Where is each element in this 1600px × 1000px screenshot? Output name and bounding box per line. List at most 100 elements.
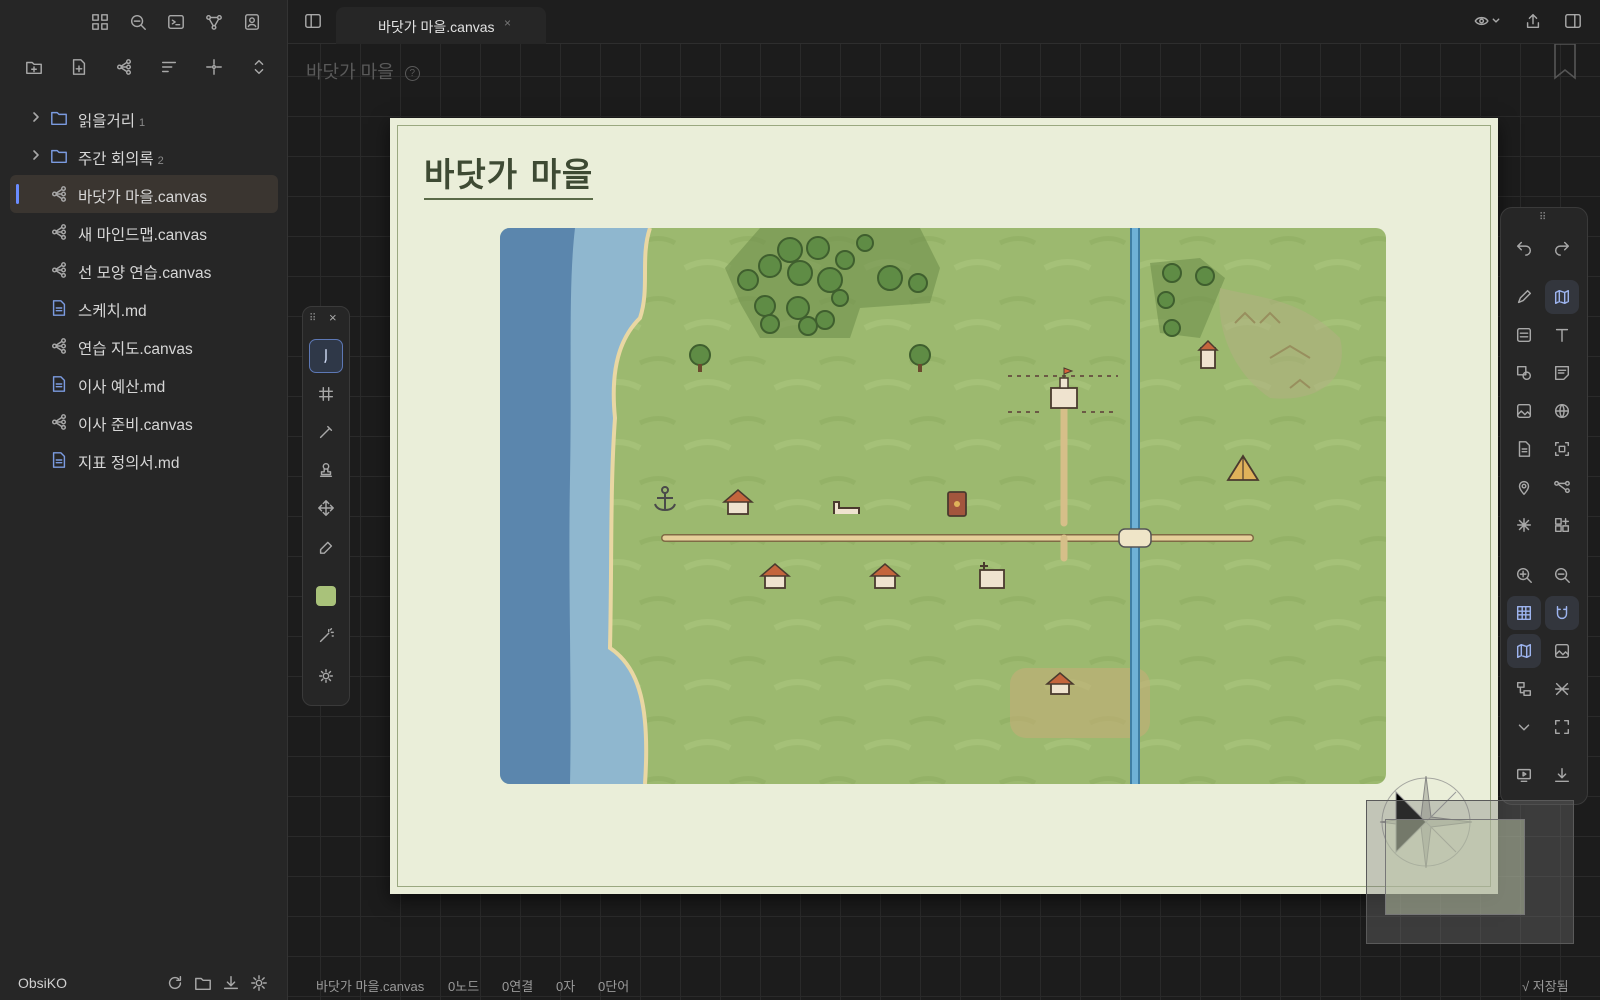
file-item[interactable]: 선 모양 연습.canvas — [10, 251, 278, 289]
map-layer-icon[interactable] — [1507, 634, 1541, 668]
color-swatch[interactable] — [309, 579, 343, 613]
canvas-file-icon — [50, 261, 68, 279]
right-panel-toggle-icon[interactable] — [1564, 12, 1582, 30]
new-folder-icon[interactable] — [24, 57, 44, 77]
fullscreen-icon[interactable] — [1545, 710, 1579, 744]
file-nav-toolbar — [24, 57, 269, 77]
connect-nodes-icon[interactable] — [1545, 470, 1579, 504]
file-item[interactable]: 스케치.md — [10, 289, 278, 327]
status-chars: 0자 — [556, 979, 576, 994]
select-area-icon[interactable] — [1545, 432, 1579, 466]
pen-tool[interactable] — [309, 339, 343, 373]
vault-name[interactable]: ObsiKO — [18, 975, 67, 991]
drag-handle-icon[interactable]: ⠿ — [309, 313, 316, 324]
zoom-in-icon[interactable] — [1507, 558, 1541, 592]
status-file: 바닷가 마을.canvas — [316, 979, 425, 994]
file-label: 새 마인드맵.canvas — [78, 227, 208, 244]
search-icon[interactable] — [128, 12, 148, 32]
globe-icon[interactable] — [1545, 394, 1579, 428]
sort-icon[interactable] — [159, 57, 179, 77]
sparkle-icon[interactable] — [1507, 508, 1541, 542]
file-item[interactable]: 이사 예산.md — [10, 365, 278, 403]
file-item-active[interactable]: 바닷가 마을.canvas — [10, 175, 278, 213]
close-icon[interactable]: × — [329, 310, 337, 325]
pencil-icon[interactable] — [1507, 280, 1541, 314]
profile-icon[interactable] — [242, 12, 262, 32]
grid-view-icon[interactable] — [90, 12, 110, 32]
present-icon[interactable] — [1507, 758, 1541, 792]
move-tool[interactable] — [309, 491, 343, 525]
tab-active[interactable]: 바닷가 마을.canvas × — [336, 7, 546, 44]
file-sidebar: 읽을거리 1 주간 회의록 2 바닷가 마을.canvas 새 마인드맵.canva… — [0, 0, 321, 1000]
file-item[interactable]: 새 마인드맵.canvas — [10, 213, 278, 251]
file-label: 이사 예산.md — [78, 379, 166, 396]
background-image-icon[interactable] — [1545, 634, 1579, 668]
farm-field — [1010, 668, 1150, 738]
drawing-toolbar: ⠿ × — [302, 306, 350, 706]
drag-handle-icon[interactable]: ⠿ — [1539, 212, 1546, 223]
zoom-out-icon[interactable] — [1545, 558, 1579, 592]
image-icon[interactable] — [1507, 394, 1541, 428]
folder-item-reading[interactable]: 읽을거리 1 — [10, 99, 278, 137]
file-item[interactable]: 이사 준비.canvas — [10, 403, 278, 441]
redo-icon[interactable] — [1545, 230, 1579, 264]
graph-icon[interactable] — [204, 12, 224, 32]
brush-tool[interactable] — [309, 415, 343, 449]
help-icon[interactable]: ? — [404, 66, 420, 81]
share-icon[interactable] — [1524, 12, 1542, 30]
file-label: 지표 정의서.md — [78, 455, 180, 472]
magic-wand-tool[interactable] — [309, 619, 343, 653]
folder-icon — [50, 147, 68, 165]
bookmark-icon[interactable] — [1553, 44, 1577, 80]
new-canvas-icon[interactable] — [114, 57, 134, 77]
village-map[interactable] — [500, 228, 1386, 784]
shapes-icon[interactable] — [1507, 356, 1541, 390]
location-pin-icon[interactable] — [1507, 470, 1541, 504]
file-item[interactable]: 지표 정의서.md — [10, 441, 278, 479]
expand-collapse-icon[interactable] — [249, 57, 269, 77]
download-icon[interactable] — [222, 974, 240, 992]
new-note-icon[interactable] — [69, 57, 89, 77]
folder-item-weekly[interactable]: 주간 회의록 2 — [10, 137, 278, 175]
minimap-viewport[interactable] — [1385, 819, 1525, 915]
split-icon[interactable] — [1545, 672, 1579, 706]
sticky-note-icon[interactable] — [1545, 356, 1579, 390]
grid-toggle-icon[interactable] — [1507, 596, 1541, 630]
settings-sun-tool[interactable] — [309, 659, 343, 693]
document-icon[interactable] — [1507, 432, 1541, 466]
eraser-tool[interactable] — [309, 529, 343, 563]
tab-close-icon[interactable]: × — [504, 16, 511, 30]
terminal-icon[interactable] — [166, 12, 186, 32]
locate-icon[interactable] — [204, 57, 224, 77]
folder-label: 주간 회의록 — [78, 151, 154, 168]
chevron-right-icon[interactable] — [30, 111, 42, 123]
magnet-snap-icon[interactable] — [1545, 596, 1579, 630]
canvas-file-icon — [50, 337, 68, 355]
widgets-icon[interactable] — [1545, 508, 1579, 542]
card-icon[interactable] — [1507, 318, 1541, 352]
hash-grid-tool[interactable] — [309, 377, 343, 411]
file-label: 선 모양 연습.canvas — [78, 265, 212, 282]
open-folder-icon[interactable] — [194, 974, 212, 992]
map-mode-icon[interactable] — [1545, 280, 1579, 314]
folder-icon — [50, 109, 68, 127]
export-download-icon[interactable] — [1545, 758, 1579, 792]
text-icon[interactable] — [1545, 318, 1579, 352]
sidebar-toggle-icon[interactable] — [304, 12, 322, 30]
file-item[interactable]: 연습 지도.canvas — [10, 327, 278, 365]
file-tree: 읽을거리 1 주간 회의록 2 바닷가 마을.canvas 새 마인드맵.canva… — [0, 99, 288, 479]
canvas-right-toolbar: ⠿ — [1500, 207, 1588, 805]
minimap[interactable] — [1366, 800, 1574, 944]
chevron-down-icon[interactable] — [1507, 710, 1541, 744]
status-nodes: 0노드 — [448, 979, 480, 994]
sync-icon[interactable] — [166, 974, 184, 992]
canvas-node-card[interactable]: 바닷가 마을 — [390, 118, 1498, 894]
arrange-icon[interactable] — [1507, 672, 1541, 706]
undo-icon[interactable] — [1507, 230, 1541, 264]
stamp-tool[interactable] — [309, 453, 343, 487]
file-label: 이사 준비.canvas — [78, 417, 193, 434]
view-mode-eye-icon[interactable] — [1472, 12, 1502, 30]
active-indicator — [16, 184, 19, 204]
settings-gear-icon[interactable] — [250, 974, 268, 992]
chevron-right-icon[interactable] — [30, 149, 42, 161]
